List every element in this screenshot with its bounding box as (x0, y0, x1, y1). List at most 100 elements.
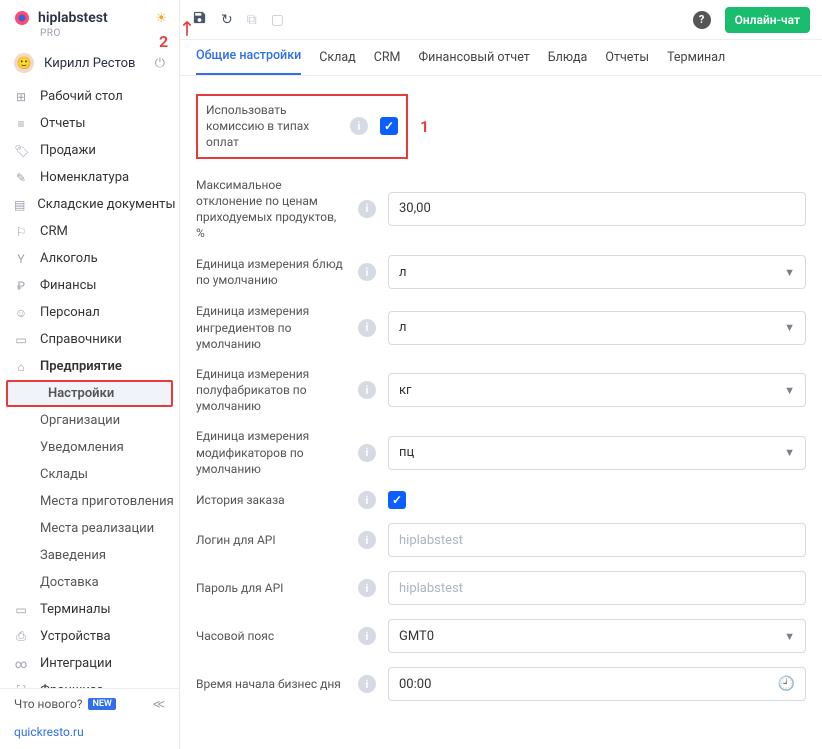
nav-icon: ▤ (14, 198, 25, 212)
info-icon[interactable]: i (358, 381, 376, 399)
checkbox-history[interactable]: ✓ (388, 491, 406, 509)
info-icon[interactable]: i (358, 263, 376, 281)
select-unit-mod[interactable]: пц▼ (388, 436, 806, 470)
sidebar-item-label: Интеграции (40, 656, 112, 671)
label-history: История заказа (196, 492, 346, 508)
input-deviation[interactable]: 30,00 (388, 192, 806, 226)
sidebar-item-2[interactable]: 🏷Продажи (0, 137, 179, 164)
clock-icon: 🕘 (778, 676, 795, 692)
sidebar-item-label: Устройства (40, 629, 111, 644)
power-icon[interactable]: ⏻ (155, 56, 165, 71)
sidebar-item-7[interactable]: ₽Финансы (0, 272, 179, 299)
brand-name: hiplabstest (38, 10, 147, 26)
sidebar-item-20[interactable]: ⎙Устройства (0, 623, 179, 650)
label-unit-dish: Единица измерения блюд по умолчанию (196, 256, 346, 288)
select-unit-ing[interactable]: л▼ (388, 311, 806, 345)
sidebar-item-label: Продажи (40, 143, 96, 158)
nav-icon: ₽ (14, 279, 28, 293)
label-commission: Использовать комиссию в типах оплат (206, 102, 338, 151)
refresh-icon[interactable]: ↻ (221, 12, 233, 28)
annotation-2: 2 (159, 32, 168, 51)
label-bizday: Время начала бизнес дня (196, 676, 346, 692)
annotation-1: 1 (420, 117, 429, 136)
sidebar-item-label: Персонал (40, 305, 100, 320)
copy-icon[interactable]: ⧉ (247, 12, 257, 28)
settings-form: Использовать комиссию в типах оплат i ✓ … (180, 76, 822, 749)
info-icon[interactable]: i (358, 491, 376, 509)
select-unit-dish[interactable]: л▼ (388, 255, 806, 289)
sidebar-item-0[interactable]: ⊞Рабочий стол (0, 83, 179, 110)
sidebar-item-17[interactable]: Заведения (0, 542, 179, 569)
sidebar-item-4[interactable]: ▤ Складские документы (0, 191, 179, 218)
info-icon[interactable]: i (358, 200, 376, 218)
sidebar-item-10[interactable]: ⌂Предприятие (0, 353, 179, 380)
sidebar-item-13[interactable]: Уведомления (0, 434, 179, 461)
row-timezone: Часовой пояс i GMT0▼ (196, 619, 806, 653)
sidebar-item-5[interactable]: ⚐CRM (0, 218, 179, 245)
sidebar-item-21[interactable]: ∞ Интеграции (0, 650, 179, 677)
whats-new-link[interactable]: Что нового? (14, 697, 82, 711)
info-icon[interactable]: i (358, 319, 376, 337)
info-icon[interactable]: i (358, 675, 376, 693)
nav-icon: Y (14, 252, 28, 266)
input-api-login[interactable]: hiplabstest (388, 523, 806, 557)
help-icon[interactable]: ? (693, 11, 711, 29)
sidebar-item-18[interactable]: Доставка (0, 569, 179, 596)
row-unit-mod: Единица измерения модификаторов по умолч… (196, 428, 806, 477)
tab-1[interactable]: Склад (319, 50, 355, 75)
sidebar-item-11[interactable]: Настройки (6, 380, 173, 407)
label-deviation: Максимальное отклонение по ценам приходу… (196, 177, 346, 242)
sidebar-item-label: Места реализации (40, 521, 154, 536)
select-timezone[interactable]: GMT0▼ (388, 619, 806, 653)
sidebar-item-14[interactable]: Склады (0, 461, 179, 488)
tab-5[interactable]: Отчеты (605, 50, 649, 75)
collapse-icon[interactable]: ≪ (152, 697, 165, 711)
nav-icon: ▭ (14, 333, 28, 347)
info-icon[interactable]: i (350, 117, 368, 135)
online-chat-button[interactable]: Онлайн-чат (725, 7, 810, 33)
sidebar-item-label: Настройки (48, 386, 114, 401)
sidebar-item-22[interactable]: ⛶Франшиза (0, 677, 179, 688)
tab-6[interactable]: Терминал (667, 50, 725, 75)
input-api-pass[interactable]: hiplabstest (388, 571, 806, 605)
sidebar-item-19[interactable]: ▭Терминалы (0, 596, 179, 623)
select-unit-semi[interactable]: кг▼ (388, 373, 806, 407)
sidebar-item-6[interactable]: YАлкоголь (0, 245, 179, 272)
info-icon[interactable]: i (358, 627, 376, 645)
display-icon[interactable]: ▢ (271, 12, 284, 28)
sidebar-item-9[interactable]: ▭Справочники (0, 326, 179, 353)
nav-icon: ☺ (14, 306, 28, 320)
toolbar: ↻ ⧉ ▢ ? Онлайн-чат (180, 0, 822, 40)
nav-icon: ∞ (14, 657, 28, 671)
sidebar-footer: Что нового? NEW ≪ (0, 688, 179, 719)
row-bizday: Время начала бизнес дня i 00:00🕘 (196, 667, 806, 701)
sidebar-item-label: Складские документы (37, 197, 175, 212)
tab-4[interactable]: Блюда (548, 50, 588, 75)
sidebar-item-1[interactable]: ≡Отчеты (0, 110, 179, 137)
info-icon[interactable]: i (358, 444, 376, 462)
info-icon[interactable]: i (358, 531, 376, 549)
sidebar-item-label: CRM (40, 224, 68, 239)
theme-icon[interactable]: ☀ (155, 11, 167, 26)
sidebar-item-15[interactable]: Места приготовления (0, 488, 179, 515)
sidebar-item-12[interactable]: Организации (0, 407, 179, 434)
label-unit-ing: Единица измерения ингредиентов по умолча… (196, 303, 346, 352)
nav-icon: ▭ (14, 603, 28, 617)
tab-2[interactable]: CRM (374, 50, 401, 75)
site-link[interactable]: quickresto.ru (0, 719, 179, 749)
sidebar-item-8[interactable]: ☺ Персонал (0, 299, 179, 326)
input-bizday[interactable]: 00:00🕘 (388, 667, 806, 701)
tabs: Общие настройки Склад CRM Финансовый отчет Б… (180, 40, 822, 76)
nav-icon: ≡ (14, 117, 28, 131)
info-icon[interactable]: i (358, 579, 376, 597)
nav-icon: ✎ (14, 171, 28, 185)
sidebar-item-16[interactable]: Места реализации (0, 515, 179, 542)
chevron-down-icon: ▼ (784, 321, 795, 334)
sidebar-item-label: Предприятие (40, 359, 122, 374)
sidebar: hiplabstest ☀ PRO 🙂 Кирилл Рестов ⏻ ⊞Раб… (0, 0, 180, 749)
sidebar-item-3[interactable]: ✎Номенклатура (0, 164, 179, 191)
chevron-down-icon: ▼ (784, 266, 795, 279)
checkbox-commission[interactable]: ✓ (380, 117, 398, 135)
tab-0[interactable]: Общие настройки (196, 48, 301, 75)
tab-3[interactable]: Финансовый отчет (418, 50, 529, 75)
